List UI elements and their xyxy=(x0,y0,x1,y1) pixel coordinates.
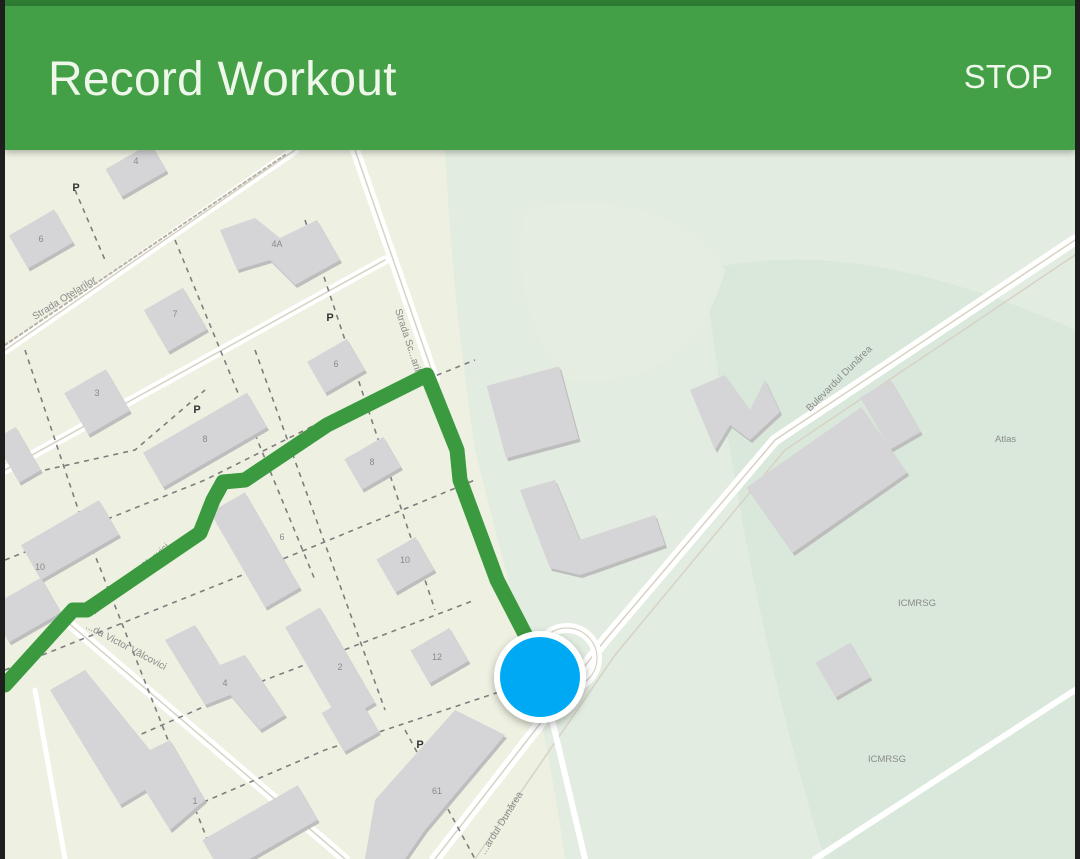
current-location-marker xyxy=(494,631,586,723)
page-title: Record Workout xyxy=(48,53,397,106)
place-label: Atlas xyxy=(995,434,1016,445)
building-number: 4A xyxy=(271,239,282,249)
map-view[interactable]: 4 6 4A 7 6 3 8 8 10 6 10 12 2 4 1 61 P P xyxy=(5,150,1075,859)
building-number: 4 xyxy=(222,678,227,688)
parking-icon: P xyxy=(193,404,200,416)
building-number: 8 xyxy=(369,457,374,467)
building-number: 1 xyxy=(192,796,197,806)
building-number: 3 xyxy=(94,388,99,398)
app-toolbar: Record Workout STOP xyxy=(5,6,1075,150)
parking-icon: P xyxy=(72,182,79,194)
building-number: 7 xyxy=(172,309,177,319)
building-number: 10 xyxy=(35,562,45,572)
place-label: ICMRSG xyxy=(868,754,906,765)
stop-button[interactable]: STOP xyxy=(964,58,1053,96)
building-number: 6 xyxy=(333,359,338,369)
building-number: 10 xyxy=(400,555,410,565)
building-number: 8 xyxy=(202,434,207,444)
building-number: 6 xyxy=(279,532,284,542)
building-number: 2 xyxy=(337,662,342,672)
parking-icon: P xyxy=(416,739,423,751)
building-number: 6 xyxy=(38,234,43,244)
parking-icon: P xyxy=(326,312,333,324)
app-screen: Record Workout STOP 4 6 4A 7 6 3 8 8 10 … xyxy=(5,0,1075,859)
building-number: 4 xyxy=(133,156,138,166)
place-label: ICMRSG xyxy=(898,598,936,609)
building-number: 61 xyxy=(432,786,442,796)
building-number: 12 xyxy=(432,652,442,662)
